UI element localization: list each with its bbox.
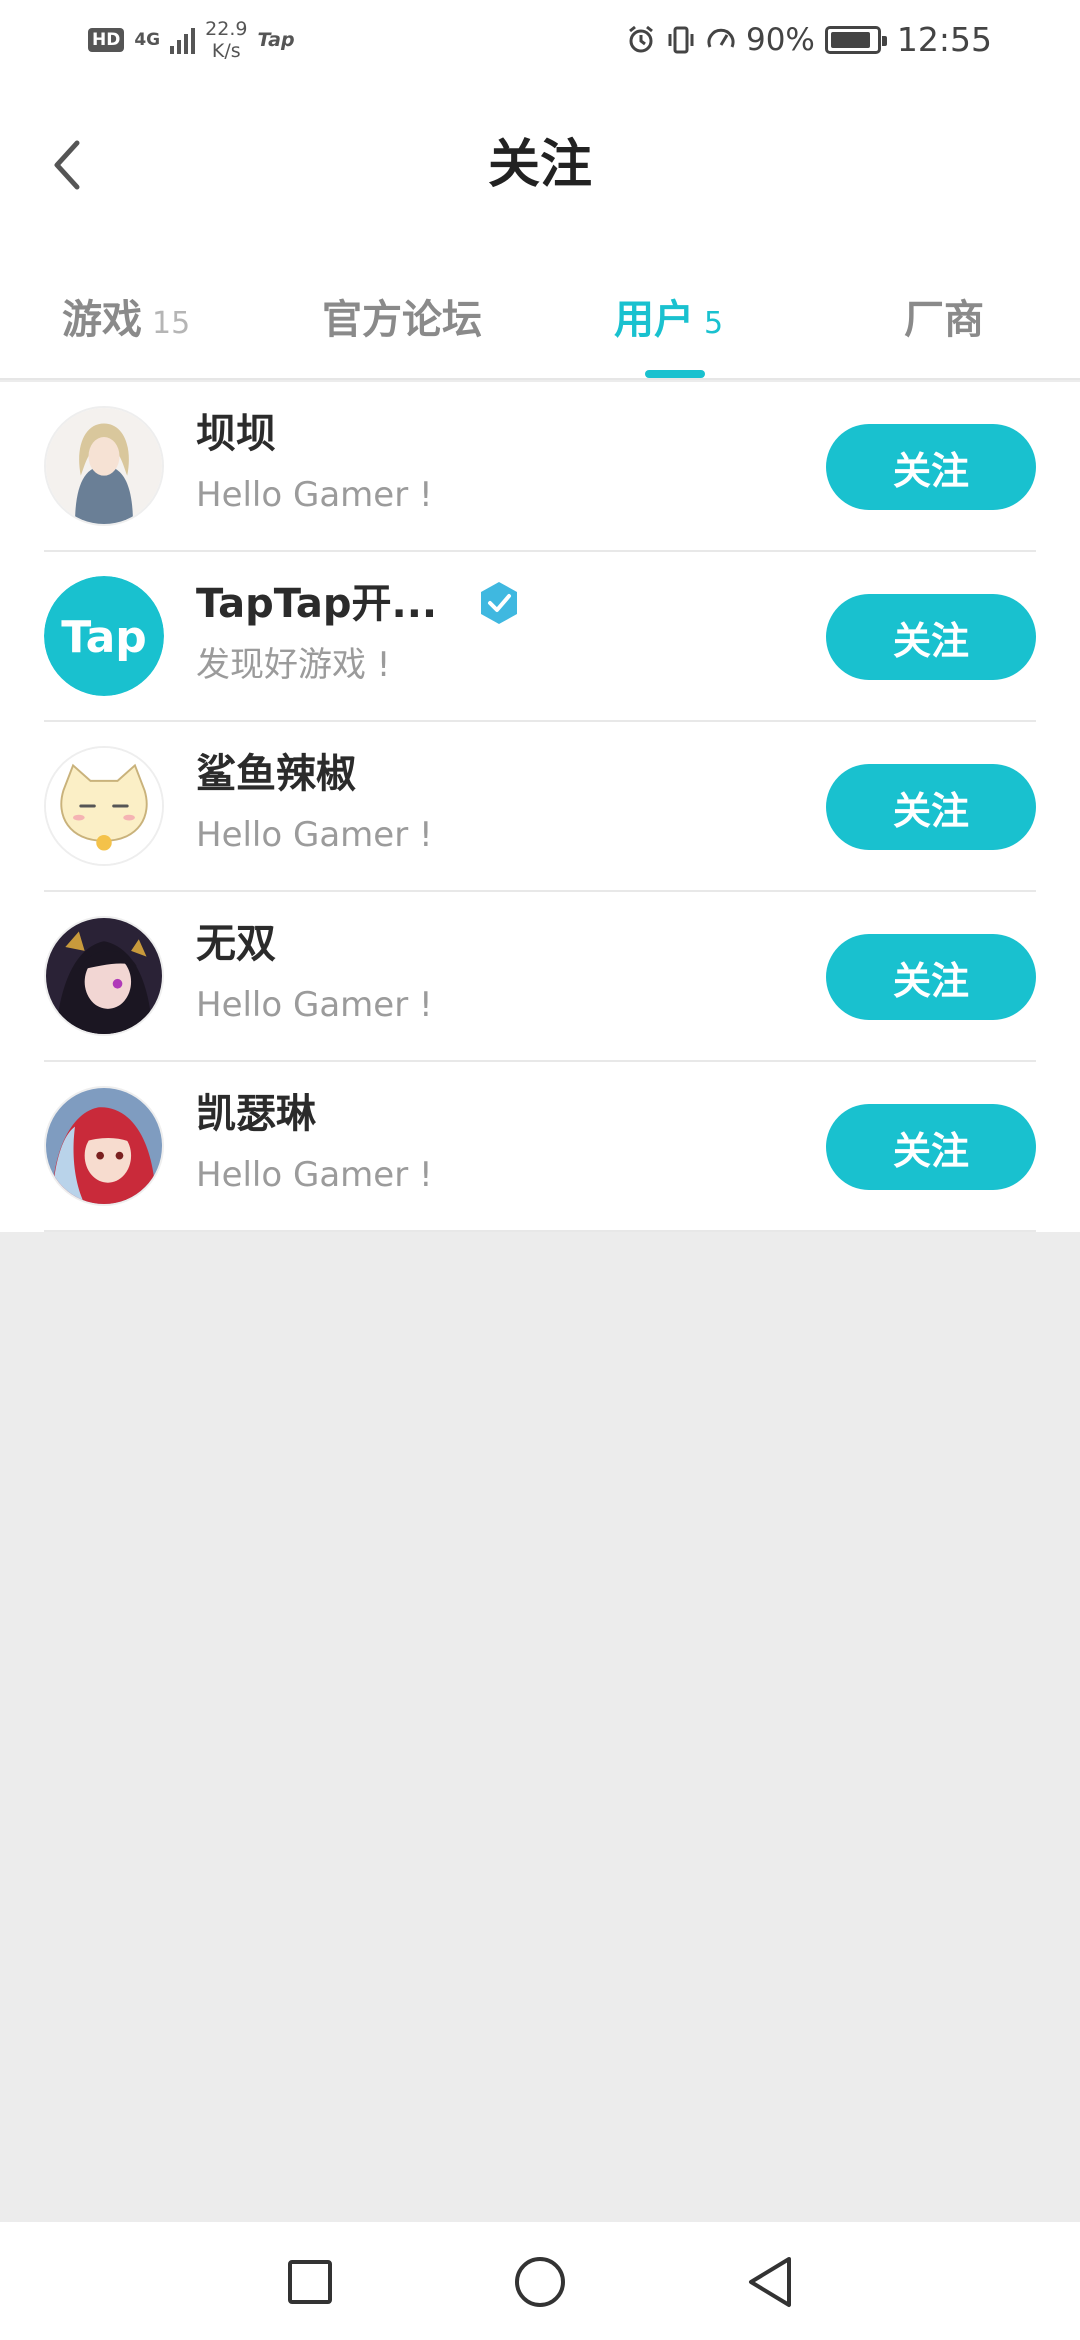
avatar[interactable] [44, 406, 164, 526]
triangle-back-icon [749, 2257, 791, 2307]
signal-icon [170, 26, 196, 54]
avatar[interactable] [44, 1086, 164, 1206]
system-nav-bar [0, 2222, 1080, 2340]
list-item[interactable]: Tap TapTap开... 发现好游戏 ! 关注 [0, 552, 1080, 722]
speed-unit: K/s [211, 40, 241, 62]
user-avatar-image [46, 918, 162, 1034]
user-avatar-image [46, 1088, 162, 1204]
user-bio: 发现好游戏 ! [196, 645, 391, 685]
list-item[interactable]: 鲨鱼辣椒 Hello Gamer ! 关注 [0, 722, 1080, 892]
nav-back-button[interactable] [740, 2252, 800, 2312]
app-root: HD 4G 22.9 K/s Tap 90% 12:55 关注 游戏 15 官方… [0, 0, 1080, 2340]
status-left: HD 4G 22.9 K/s Tap [88, 18, 295, 62]
battery-percent: 90% [745, 21, 815, 58]
tab-count: 15 [152, 306, 191, 341]
cat-avatar-image [46, 748, 162, 864]
verified-badge-icon [481, 582, 517, 624]
follow-button[interactable]: 关注 [826, 934, 1036, 1020]
list-item[interactable]: 凯瑟琳 Hello Gamer ! 关注 [0, 1062, 1080, 1232]
tab-games[interactable]: 游戏 15 [62, 290, 190, 350]
home-button[interactable] [510, 2252, 570, 2312]
user-name: 无双 [196, 921, 276, 967]
tab-label: 官方论坛 [322, 297, 482, 343]
list-item[interactable]: 坝坝 Hello Gamer ! 关注 [0, 382, 1080, 552]
clock: 12:55 [896, 20, 992, 59]
tab-label: 游戏 [62, 297, 142, 343]
alarm-icon [629, 25, 653, 52]
tab-users[interactable]: 用户 5 [614, 290, 723, 350]
network-speed: 22.9 K/s [205, 18, 247, 62]
tab-count: 5 [704, 306, 724, 341]
avatar-text: Tap [61, 612, 147, 663]
page-title: 关注 [487, 135, 592, 195]
speed-value: 22.9 [205, 18, 248, 40]
battery-icon [824, 25, 887, 54]
speedometer-icon [707, 28, 735, 48]
user-name: 凯瑟琳 [196, 1091, 316, 1137]
header: 关注 [0, 80, 1080, 250]
user-bio: Hello Gamer ! [196, 815, 433, 855]
list-item[interactable]: 无双 Hello Gamer ! 关注 [0, 892, 1080, 1062]
follow-button[interactable]: 关注 [826, 594, 1036, 680]
avatar[interactable] [44, 916, 164, 1036]
tab-vendors[interactable]: 厂商 [904, 290, 984, 350]
recent-apps-button[interactable] [280, 2252, 340, 2312]
avatar[interactable]: Tap [44, 576, 164, 696]
battery-fill [830, 31, 871, 48]
tab-label: 用户 [614, 297, 694, 343]
network-type: 4G [134, 30, 161, 50]
follow-button[interactable]: 关注 [826, 764, 1036, 850]
user-name: TapTap开... [196, 581, 438, 627]
user-list: 坝坝 Hello Gamer ! 关注 Tap TapTap开... 发现好游戏… [0, 382, 1080, 1232]
circle-icon [515, 2257, 565, 2307]
user-bio: Hello Gamer ! [196, 1155, 433, 1195]
user-name: 鲨鱼辣椒 [196, 751, 356, 797]
tab-official-forum[interactable]: 官方论坛 [322, 290, 482, 350]
user-bio: Hello Gamer ! [196, 475, 433, 515]
tab-bar: 游戏 15 官方论坛 用户 5 厂商 [0, 250, 1080, 380]
taptap-logo-icon: Tap [44, 576, 164, 696]
user-bio: Hello Gamer ! [196, 985, 433, 1025]
user-name: 坝坝 [196, 411, 276, 457]
follow-button[interactable]: 关注 [826, 1104, 1036, 1190]
user-avatar-image [46, 408, 162, 524]
active-tab-indicator [645, 370, 705, 378]
tab-label: 厂商 [904, 297, 984, 343]
tap-notification-icon: Tap [257, 29, 295, 51]
status-right: 90% 12:55 [626, 20, 992, 59]
square-icon [288, 2260, 332, 2304]
vibrate-icon [668, 26, 694, 53]
hd-badge: HD [88, 28, 125, 52]
avatar[interactable] [44, 746, 164, 866]
status-bar: HD 4G 22.9 K/s Tap 90% 12:55 [0, 0, 1080, 80]
divider [44, 1230, 1036, 1232]
follow-button[interactable]: 关注 [826, 424, 1036, 510]
